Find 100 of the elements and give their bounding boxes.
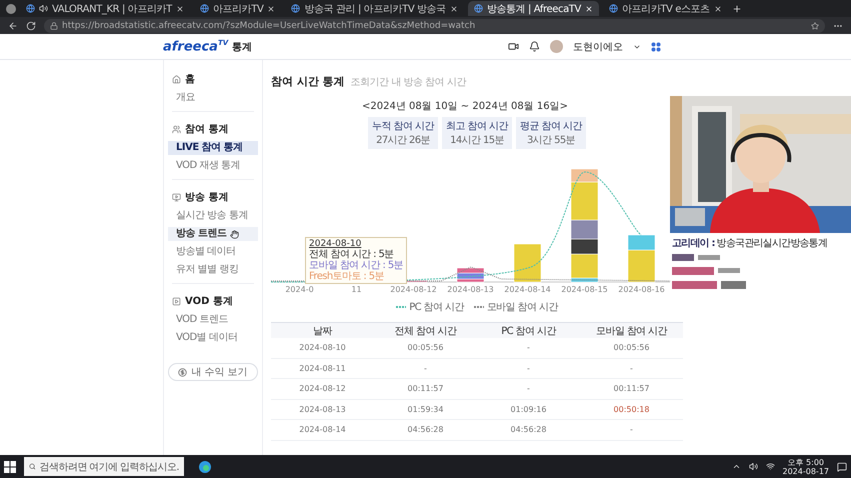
table-cell-text: 2024-08-10 (298, 343, 347, 352)
home-icon (172, 74, 181, 84)
close-icon[interactable] (450, 4, 458, 12)
table-cell-text: - (526, 364, 531, 373)
speaker-icon[interactable] (748, 462, 758, 471)
pointer-cursor-icon (230, 230, 240, 238)
legend-item[interactable]: 모바일 참여 시간 (474, 300, 558, 314)
axis-label: 2024-08-16 (617, 285, 666, 294)
table-cell-text: 00:50:18 (612, 404, 650, 414)
table-cell-text: 00:05:56 (406, 343, 444, 352)
tooltip-date: 2024-08-10 (309, 239, 362, 249)
lock-icon (50, 22, 58, 30)
stat-label: 평균 참여 시간 (520, 120, 582, 133)
axis-label: 2024-08-14 (503, 285, 552, 294)
close-icon[interactable] (176, 4, 184, 12)
site-icon (291, 4, 300, 13)
browser-tab[interactable]: 방송국 관리 | 아프리카TV 방송국 (285, 1, 464, 16)
sidebar-item[interactable]: VOD 재생 통계 (168, 159, 258, 173)
tooltip-line: 전체 참여 시간 : 5분 (309, 249, 395, 260)
sidebar-item[interactable]: LIVE 참여 통계 (168, 141, 258, 155)
browser-tab[interactable]: 아프리카TV (194, 1, 282, 16)
income-button[interactable]: 내 수익 보기 (168, 363, 258, 381)
tooltip-line: Fresh토마토 : 5분 (309, 271, 385, 282)
axis-label: 2024-08-15 (560, 285, 609, 294)
browser-tab[interactable]: 방송통계 | AfreecaTV (468, 1, 599, 16)
table-cell-text: 2024-08-14 (298, 425, 347, 434)
section-title: 방송 통계 (185, 191, 228, 204)
browser-icon[interactable] (198, 460, 212, 474)
table-cell-text: 00:05:56 (612, 343, 650, 352)
site-icon (474, 4, 483, 13)
page-subtitle: 조회기간 내 방송 참여 시간 (350, 76, 466, 89)
stacked-bar[interactable] (570, 168, 598, 282)
close-icon[interactable] (267, 4, 276, 12)
table-cell-text: 2024-08-11 (298, 364, 347, 373)
sidebar-item[interactable]: VOD 트렌드 (168, 313, 258, 327)
apps-icon[interactable] (651, 42, 661, 52)
table-cell-text: - (526, 343, 531, 352)
site-icon (608, 4, 618, 13)
page-title: 참여 시간 통계 (271, 74, 345, 89)
tooltip-line: 모바일 참여 시간 : 5분 (309, 260, 404, 271)
bell-icon[interactable] (529, 41, 540, 52)
network-icon[interactable] (766, 462, 774, 471)
axis-label: 2024-0 (284, 285, 315, 294)
column-header: 전체 참여 시간 (394, 324, 458, 338)
axis-label: 2024-08-12 (389, 285, 438, 294)
column-header: 날짜 (312, 324, 334, 338)
table-cell-text: 00:11:57 (406, 384, 444, 394)
logo-suffix: 통계 (232, 40, 252, 54)
clock[interactable]: 오후 5:00 2024-08-17 (782, 458, 829, 476)
stat-label: 누적 참여 시간 (372, 120, 434, 133)
star-icon[interactable] (811, 22, 819, 30)
axis-label: 2024-08-13 (446, 285, 495, 294)
video-icon (172, 296, 181, 306)
browser-tab[interactable]: VALORANT_KR | 아프리카T (20, 1, 190, 16)
table-cell-text: - (629, 364, 634, 373)
browser-tab[interactable]: 아프리카TV e스포츠 (602, 1, 728, 16)
chat-message: 방송국관리실시간방송통계 (716, 237, 828, 250)
address-bar[interactable]: https://broadstatistic.afreecatv.com/?szModule=UserLiveWatchTimeData&szMethod=watch (44, 18, 825, 32)
sidebar-item[interactable]: 유저 별별 랭킹 (168, 263, 258, 277)
back-icon[interactable] (8, 20, 18, 30)
profile-icon[interactable] (6, 4, 16, 14)
table-cell-text: 04:56:28 (406, 425, 444, 434)
table-cell-text: 2024-08-12 (298, 384, 347, 394)
table-cell-text: 00:11:57 (612, 384, 650, 394)
column-header: PC 참여 시간 (500, 324, 558, 338)
chat-username: 고리데이 : (672, 237, 715, 250)
windows-icon[interactable] (4, 460, 16, 472)
table-cell-text: 01:09:16 (510, 404, 548, 414)
section-title: VOD 통계 (185, 295, 233, 308)
sidebar-item[interactable]: 방송별 데이터 (168, 245, 258, 259)
chevron-up-icon[interactable] (732, 462, 740, 471)
refresh-icon[interactable] (26, 20, 36, 30)
coin-icon (178, 368, 188, 376)
sidebar-item[interactable]: 개요 (168, 91, 258, 105)
site-logo[interactable]: afreeca$^{TV}$ (163, 38, 228, 54)
notification-icon[interactable] (837, 462, 847, 472)
stat-value: 27시간 26분 (376, 134, 430, 147)
taskbar-search[interactable]: 검색하려면 여기에 입력하십시오. (24, 457, 184, 476)
new-tab-icon[interactable] (732, 4, 742, 14)
date-range[interactable]: <2024년 08월 10일 ~ 2024년 08월 16일> (362, 99, 568, 113)
monitor-icon (172, 192, 181, 202)
close-icon[interactable] (584, 4, 593, 12)
table-cell-text: - (629, 425, 634, 434)
legend-item[interactable]: PC 참여 시간 (396, 300, 464, 314)
stat-label: 최고 참여 시간 (446, 120, 508, 133)
sidebar-item[interactable]: 실시간 방송 통계 (168, 209, 258, 223)
speaker-icon (39, 4, 48, 13)
stat-value: 3시간 55분 (526, 134, 576, 147)
section-title: 홈 (185, 73, 195, 86)
table-cell-text: 2024-08-13 (298, 404, 347, 414)
column-header: 모바일 참여 시간 (595, 324, 668, 338)
stat-value: 14시간 15분 (450, 134, 504, 147)
close-icon[interactable] (714, 4, 722, 12)
section-title: 참여 통계 (185, 123, 228, 136)
axis-label: 11 (350, 285, 363, 294)
user-name[interactable]: 도현이에오 (573, 40, 623, 54)
camera-icon[interactable] (508, 41, 519, 52)
sidebar-item[interactable]: VOD별 데이터 (168, 331, 258, 345)
site-icon (26, 4, 35, 13)
sidebar-item[interactable]: 방송 트렌드 (168, 227, 258, 241)
